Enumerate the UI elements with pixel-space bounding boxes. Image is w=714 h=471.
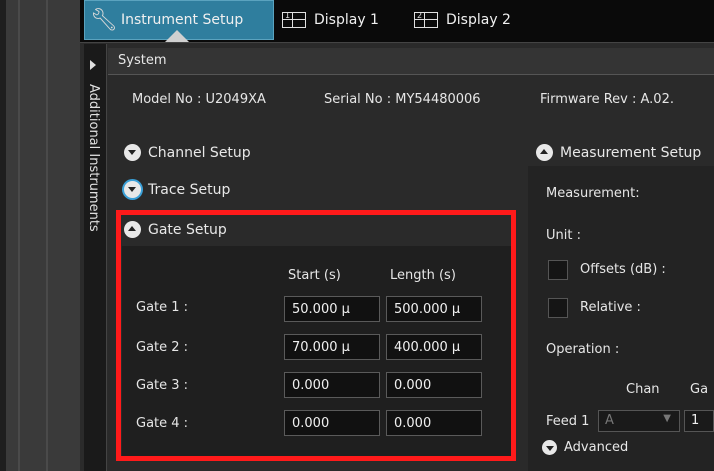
- measurement-setup-toggle[interactable]: Measurement Setup: [536, 144, 701, 161]
- tab-instrument-setup-label: Instrument Setup: [121, 12, 244, 28]
- model-number: Model No : U2049XA: [132, 92, 266, 107]
- measurement-setup-label: Measurement Setup: [560, 144, 702, 161]
- unit-label: Unit :: [546, 228, 581, 243]
- wrench-icon: 🔧︎: [90, 7, 118, 33]
- window-frame: [0, 0, 80, 471]
- relative-checkbox[interactable]: [548, 298, 568, 318]
- offsets-label: Offsets (dB) :: [580, 262, 666, 277]
- tab-display-1[interactable]: 1 Display 1: [282, 0, 402, 40]
- tab-display-1-label: Display 1: [314, 12, 379, 28]
- collapse-icon: [536, 144, 553, 161]
- serial-number: Serial No : MY54480006: [324, 92, 481, 107]
- expand-arrow-icon[interactable]: [90, 60, 96, 70]
- advanced-toggle[interactable]: Advanced: [542, 440, 628, 455]
- channel-setup-label: Channel Setup: [148, 144, 251, 161]
- additional-instruments-panel[interactable]: Additional Instruments: [84, 44, 107, 471]
- gate-column-header: Ga: [690, 382, 709, 397]
- operation-label: Operation :: [546, 342, 620, 357]
- expand-icon: [124, 181, 141, 198]
- feed-1-label: Feed 1: [546, 414, 590, 429]
- expand-icon: [542, 440, 557, 455]
- firmware-revision: Firmware Rev : A.02.: [540, 92, 674, 107]
- relative-label: Relative :: [580, 300, 641, 315]
- system-header: System: [108, 48, 714, 75]
- system-title: System: [118, 53, 167, 68]
- trace-setup-label: Trace Setup: [148, 181, 231, 198]
- feed-1-gate-select[interactable]: 1: [684, 410, 714, 432]
- channel-setup-toggle[interactable]: Channel Setup: [124, 144, 251, 161]
- gate-setup-highlight: [116, 210, 516, 461]
- tab-display-2-label: Display 2: [446, 12, 511, 28]
- feed-1-channel-select[interactable]: A ▼: [598, 410, 680, 432]
- feed-1-gate-value: 1: [691, 413, 700, 428]
- offsets-checkbox[interactable]: [548, 260, 568, 280]
- additional-instruments-label: Additional Instruments: [86, 84, 101, 232]
- tab-display-2[interactable]: 2 Display 2: [414, 0, 534, 40]
- active-tab-indicator: [165, 30, 189, 42]
- expand-icon: [124, 144, 141, 161]
- feed-1-channel-value: A: [605, 413, 614, 428]
- trace-setup-toggle[interactable]: Trace Setup: [124, 181, 230, 198]
- chevron-down-icon: ▼: [663, 413, 671, 424]
- chan-column-header: Chan: [626, 382, 660, 397]
- measurement-label: Measurement:: [546, 186, 640, 201]
- display-layout-icon: 2: [414, 12, 438, 28]
- advanced-label: Advanced: [564, 440, 629, 455]
- display-layout-icon: 1: [282, 12, 306, 28]
- measurement-setup-panel: Measurement: Unit : Offsets (dB) : Relat…: [528, 166, 714, 471]
